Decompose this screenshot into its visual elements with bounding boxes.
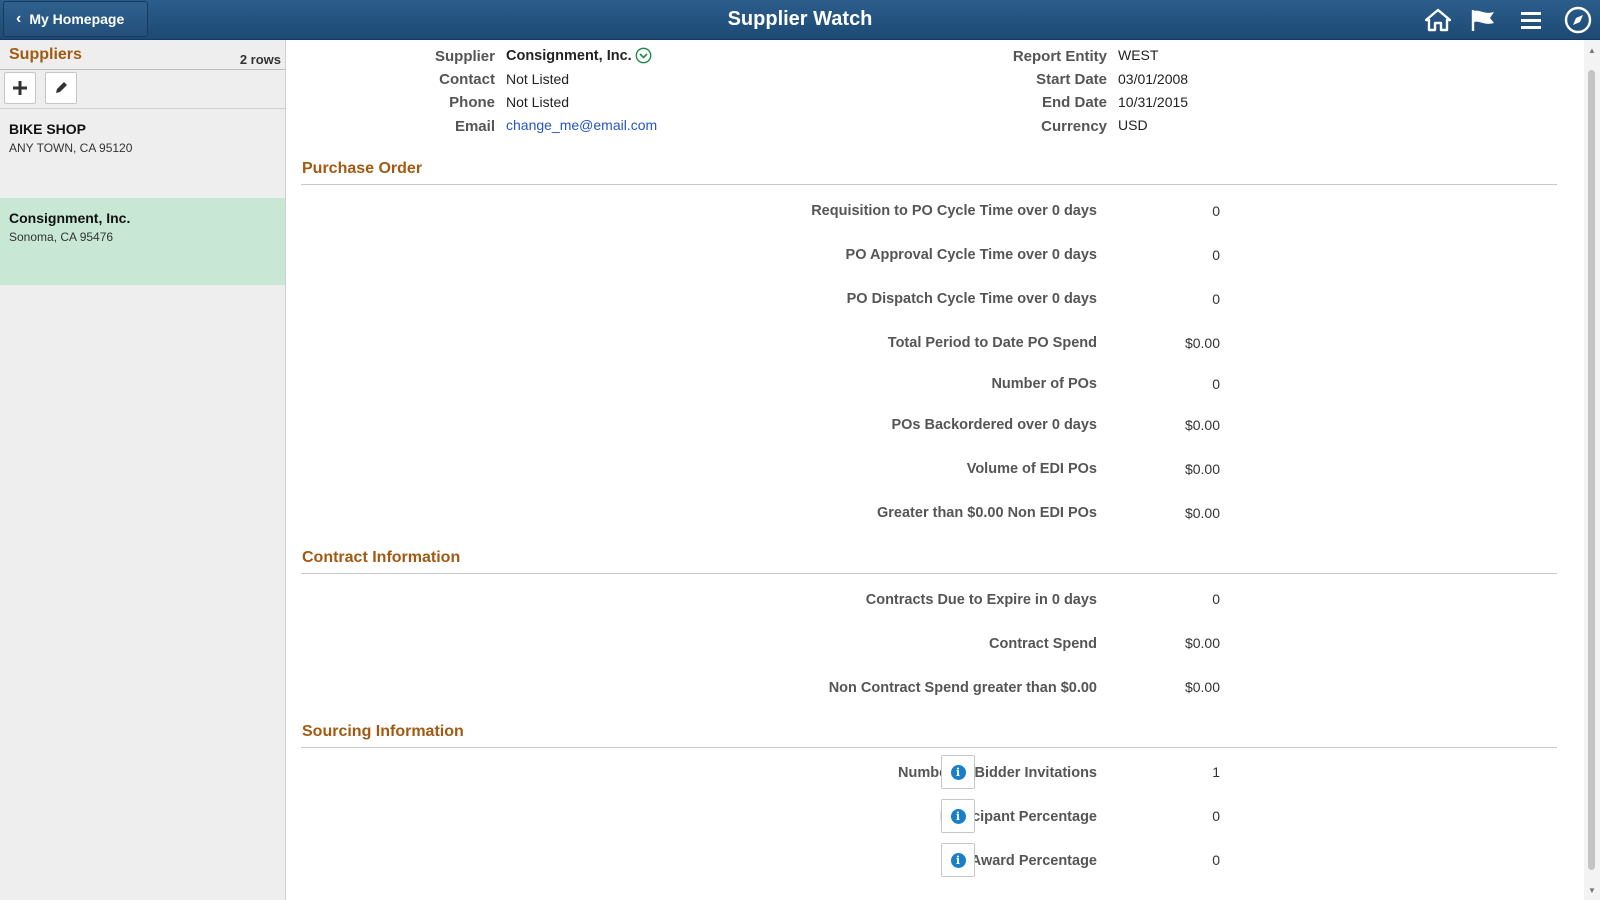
metric-label: Greater than $0.00 Non EDI POs: [877, 505, 1097, 521]
start-date-value: 03/01/2008: [1118, 71, 1189, 87]
supplier-name: Consignment, Inc.: [9, 210, 131, 226]
phone-label: Phone: [449, 94, 495, 111]
edit-icon: [56, 82, 67, 93]
metric-label: POs Backordered over 0 days: [891, 417, 1097, 433]
scroll-down-icon[interactable]: ▼: [1588, 886, 1596, 895]
purchase-order-heading: Purchase Order: [302, 160, 423, 177]
report-entity-value: WEST: [1118, 47, 1159, 63]
metric-value: 0: [1212, 203, 1220, 219]
home-icon[interactable]: [1422, 4, 1454, 36]
metric-value: $0.00: [1184, 679, 1220, 695]
metric-label: Contracts Due to Expire in 0 days: [865, 592, 1097, 608]
supplier-item-consignment[interactable]: Consignment, Inc. Sonoma, CA 95476: [0, 198, 285, 285]
metric-label: Award Percentage: [970, 853, 1097, 869]
supplier-address: ANY TOWN, CA 95120: [9, 141, 133, 155]
award-percentage-info-button[interactable]: i: [941, 843, 975, 877]
chevron-left-icon: ‹: [16, 10, 22, 27]
metric-label: Total Period to Date PO Spend: [887, 335, 1097, 351]
related-actions-icon[interactable]: [635, 47, 652, 64]
metric-value: $0.00: [1184, 461, 1220, 477]
currency-value: USD: [1118, 117, 1148, 133]
metric-label: Contract Spend: [989, 636, 1097, 652]
info-icon: i: [950, 808, 966, 824]
supplier-label: Supplier: [434, 48, 495, 65]
participant-percentage-info-button[interactable]: i: [941, 799, 975, 833]
vertical-scrollbar[interactable]: ▲ ▼: [1584, 40, 1600, 900]
my-homepage-label: My Homepage: [29, 11, 125, 27]
flag-icon[interactable]: [1467, 4, 1499, 36]
metric-value: $0.00: [1184, 417, 1220, 433]
metric-label: PO Approval Cycle Time over 0 days: [845, 247, 1097, 263]
page-title: Supplier Watch: [727, 8, 873, 30]
divider: [301, 747, 1557, 748]
edit-button[interactable]: [45, 72, 77, 104]
supplier-name-value: Consignment, Inc.: [506, 47, 632, 64]
info-icon: i: [950, 852, 966, 868]
row-count: 2 rows: [239, 52, 281, 67]
metric-label: Non Contract Spend greater than $0.00: [828, 680, 1097, 696]
supplier-name: BIKE SHOP: [9, 121, 87, 137]
report-entity-label: Report Entity: [1012, 48, 1107, 65]
supplier-address: Sonoma, CA 95476: [9, 230, 114, 244]
metric-label: Number of POs: [991, 376, 1097, 392]
phone-value: Not Listed: [506, 94, 570, 110]
contract-information-heading: Contract Information: [302, 549, 461, 566]
metric-value: $0.00: [1184, 505, 1220, 521]
email-link[interactable]: change_me@email.com: [506, 117, 657, 133]
suppliers-heading: Suppliers: [9, 46, 82, 63]
email-label: Email: [454, 118, 495, 135]
navbar-compass-icon[interactable]: [1562, 4, 1594, 36]
metric-label: Number of Bidder Invitations: [898, 765, 1097, 781]
metric-label: PO Dispatch Cycle Time over 0 days: [846, 291, 1097, 307]
divider: [301, 573, 1557, 574]
contact-value: Not Listed: [506, 71, 570, 87]
end-date-value: 10/31/2015: [1118, 94, 1189, 110]
metric-value: 0: [1212, 591, 1220, 607]
supplier-value: Consignment, Inc.: [506, 47, 652, 64]
metric-label: Requisition to PO Cycle Time over 0 days: [811, 203, 1097, 219]
metric-value: $0.00: [1184, 635, 1220, 651]
metric-value: 0: [1212, 852, 1220, 868]
my-homepage-button[interactable]: ‹ My Homepage: [3, 1, 148, 37]
end-date-label: End Date: [1041, 94, 1107, 111]
add-button[interactable]: [4, 72, 36, 104]
supplier-item-bike-shop[interactable]: BIKE SHOP ANY TOWN, CA 95120: [0, 109, 285, 196]
metric-value: 0: [1212, 247, 1220, 263]
metric-label: Volume of EDI POs: [966, 461, 1097, 477]
bidder-invitations-info-button[interactable]: i: [941, 755, 975, 789]
metric-value: 0: [1212, 291, 1220, 307]
currency-label: Currency: [1041, 118, 1107, 135]
menu-icon[interactable]: [1515, 4, 1547, 36]
divider: [0, 69, 285, 70]
metric-value: 0: [1212, 376, 1220, 392]
info-icon: i: [950, 764, 966, 780]
scroll-thumb[interactable]: [1588, 70, 1595, 870]
start-date-label: Start Date: [1036, 71, 1107, 88]
sourcing-information-heading: Sourcing Information: [302, 723, 464, 740]
banner: Supplier Watch ‹ My Homepage: [0, 0, 1600, 40]
metric-value: 0: [1212, 808, 1220, 824]
divider: [301, 184, 1557, 185]
main-content: Supplier Consignment, Inc. Contact Not L…: [287, 40, 1584, 900]
metric-value: 1: [1212, 764, 1220, 780]
add-icon: [13, 81, 27, 95]
scroll-up-icon[interactable]: ▲: [1588, 46, 1596, 55]
metric-value: $0.00: [1184, 335, 1220, 351]
contact-label: Contact: [439, 71, 495, 88]
suppliers-panel: Suppliers 2 rows BIKE SHOP ANY TOWN, CA …: [0, 40, 286, 900]
